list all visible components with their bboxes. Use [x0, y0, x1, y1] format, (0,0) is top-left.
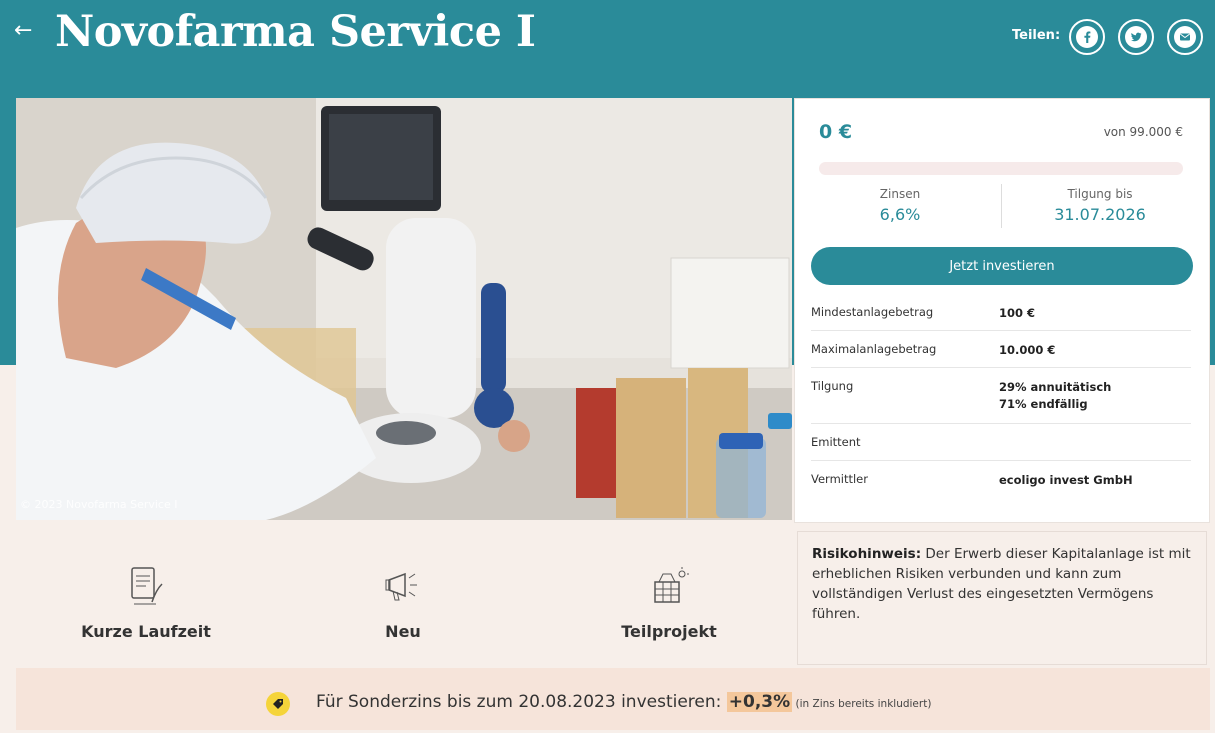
features-strip: Kurze Laufzeit Neu Teilprojekt [16, 524, 792, 666]
photo-credit: © 2023 Novofarma Service I [20, 498, 178, 511]
project-photo [16, 98, 792, 520]
repayment-label: Tilgung bis [1067, 187, 1133, 201]
share-label: Teilen: [1012, 28, 1061, 43]
page-title: Novofarma Service I [55, 7, 536, 57]
promo-message: Für Sonderzins bis zum 20.08.2023 invest… [316, 692, 727, 712]
feature-label: Kurze Laufzeit [81, 622, 211, 641]
invest-now-button[interactable]: Jetzt investieren [811, 247, 1193, 285]
tag-icon [266, 692, 290, 716]
risk-label: Risikohinweis: [812, 546, 922, 562]
promo-banner: Für Sonderzins bis zum 20.08.2023 invest… [16, 668, 1210, 730]
funding-target: von 99.000 € [1103, 125, 1183, 139]
share-email-button[interactable] [1167, 19, 1203, 55]
feature-subproject: Teilprojekt [569, 564, 769, 641]
detail-row: Emittent [811, 424, 1191, 461]
detail-key: Maximalanlagebetrag [811, 342, 937, 356]
detail-value: 100 € [999, 306, 1036, 320]
detail-key: Mindestanlagebetrag [811, 305, 934, 319]
share-twitter-button[interactable] [1118, 19, 1154, 55]
feature-label: Neu [385, 622, 421, 641]
feature-label: Teilprojekt [621, 622, 717, 641]
detail-row: Tilgung 29% annuitätisch 71% endfällig [811, 368, 1191, 424]
repayment-stat: Tilgung bis 31.07.2026 [1010, 187, 1190, 224]
detail-key: Emittent [811, 435, 861, 449]
funding-progress-bar [819, 162, 1183, 175]
investment-panel: 0 € von 99.000 € Zinsen 6,6% Tilgung bis… [794, 98, 1210, 523]
promo-text: Für Sonderzins bis zum 20.08.2023 invest… [316, 692, 931, 712]
invested-amount: 0 € [819, 121, 853, 143]
risk-notice: Risikohinweis: Der Erwerb dieser Kapital… [797, 531, 1207, 665]
share-facebook-button[interactable] [1069, 19, 1105, 55]
details-table: Mindestanlagebetrag 100 € Maximalanlageb… [811, 294, 1191, 497]
repayment-value: 31.07.2026 [1054, 205, 1146, 224]
email-icon [1174, 26, 1196, 48]
detail-row: Mindestanlagebetrag 100 € [811, 294, 1191, 331]
solar-building-icon [649, 564, 689, 608]
stat-divider [1001, 184, 1002, 228]
feature-short-term: Kurze Laufzeit [46, 564, 246, 641]
interest-value: 6,6% [879, 205, 921, 224]
promo-highlight: +0,3% [726, 692, 793, 712]
promo-note: (in Zins bereits inkludiert) [792, 698, 932, 710]
lab-scene-illustration [16, 98, 792, 520]
detail-value: 29% annuitätisch 71% endfällig [999, 380, 1112, 411]
detail-row: Maximalanlagebetrag 10.000 € [811, 331, 1191, 368]
interest-label: Zinsen [879, 187, 921, 201]
interest-stat: Zinsen 6,6% [810, 187, 990, 224]
detail-key: Tilgung [811, 379, 854, 393]
header: ← Novofarma Service I Teilen: [0, 0, 1215, 92]
feature-new: Neu [303, 564, 503, 641]
document-signature-icon [126, 564, 166, 608]
twitter-icon [1125, 26, 1147, 48]
detail-value: 10.000 € [999, 343, 1056, 357]
detail-row: Vermittler ecoligo invest GmbH [811, 461, 1191, 497]
detail-key: Vermittler [811, 472, 868, 486]
facebook-icon [1076, 26, 1098, 48]
megaphone-icon [383, 564, 423, 608]
detail-value: ecoligo invest GmbH [999, 473, 1133, 487]
back-arrow-icon[interactable]: ← [14, 20, 32, 42]
